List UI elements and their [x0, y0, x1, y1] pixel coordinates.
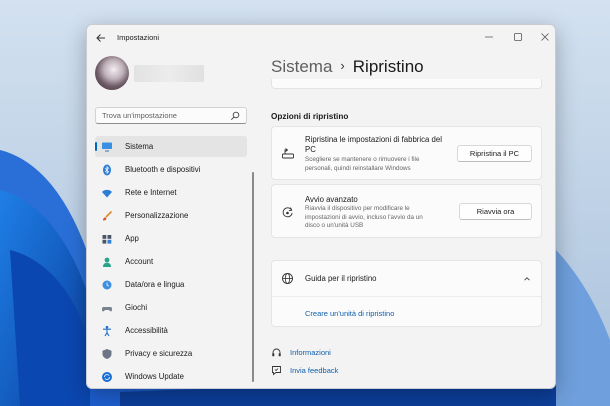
minimize-button[interactable] — [476, 30, 502, 44]
info-link[interactable]: Informazioni — [271, 347, 331, 358]
sidebar-nav: Sistema Bluetooth e dispositivi Rete e I… — [95, 136, 247, 388]
title-bar: Impostazioni — [87, 25, 555, 51]
advanced-startup-card: Avvio avanzato Riavvia il dispositivo pe… — [271, 184, 542, 238]
shield-icon — [101, 348, 113, 360]
chevron-up-icon[interactable] — [523, 275, 531, 283]
reset-pc-description: Scegliere se mantenere o rimuovere i fil… — [305, 156, 420, 163]
breadcrumb-separator: › — [340, 58, 345, 73]
sidebar-item-account[interactable]: Account — [95, 251, 247, 272]
sidebar-item-label: App — [125, 234, 139, 243]
feedback-link-label[interactable]: Invia feedback — [290, 366, 338, 375]
globe-icon — [282, 273, 293, 284]
reset-pc-card: Ripristina le impostazioni di fabbrica d… — [271, 126, 542, 180]
advanced-startup-description-line2: impostazioni di avvio, incluso l'avvio d… — [305, 213, 423, 221]
sidebar-item-label: Giochi — [125, 303, 148, 312]
sidebar-item-giochi[interactable]: Giochi — [95, 297, 247, 318]
sidebar-item-accessibilita[interactable]: Accessibilità — [95, 320, 247, 341]
globe-clock-icon — [101, 279, 113, 291]
settings-window: Impostazioni Sistema Bl — [86, 24, 556, 389]
maximize-icon — [514, 33, 522, 41]
sidebar-item-label: Rete e Internet — [125, 188, 177, 197]
reset-pc-icon — [282, 148, 294, 159]
sidebar-item-label: Bluetooth e dispositivi — [125, 165, 201, 174]
sidebar-item-label: Windows Update — [125, 372, 184, 381]
accessibility-icon — [101, 325, 113, 337]
sidebar-item-privacy[interactable]: Privacy e sicurezza — [95, 343, 247, 364]
reset-pc-description-line2: personali, quindi reinstallare Windows — [305, 164, 411, 172]
sidebar-item-label: Sistema — [125, 142, 154, 151]
feedback-icon — [272, 366, 281, 376]
gamepad-icon — [101, 302, 113, 314]
maximize-button[interactable] — [505, 30, 531, 44]
user-name-blurred — [134, 65, 204, 82]
sidebar-item-rete[interactable]: Rete e Internet — [95, 182, 247, 203]
restart-now-button[interactable]: Riavvia ora — [459, 203, 532, 220]
sidebar-item-label: Account — [125, 257, 154, 266]
sidebar-item-label: Personalizzazione — [125, 211, 189, 220]
help-headset-icon — [272, 348, 281, 357]
sidebar-item-data-ora[interactable]: Data/ora e lingua — [95, 274, 247, 295]
update-icon — [101, 371, 113, 383]
advanced-startup-title: Avvio avanzato — [305, 195, 358, 204]
search-icon[interactable] — [230, 111, 240, 121]
search-input[interactable] — [102, 109, 222, 122]
close-button[interactable] — [532, 30, 555, 44]
breadcrumb: Sistema › Ripristino — [271, 57, 424, 77]
feedback-link[interactable]: Invia feedback — [271, 365, 338, 376]
page-title: Ripristino — [352, 57, 424, 76]
sidebar-item-bluetooth[interactable]: Bluetooth e dispositivi — [95, 159, 247, 180]
reset-pc-title: Ripristina le impostazioni di fabbrica d… — [305, 135, 442, 144]
app-title: Impostazioni — [117, 33, 160, 42]
sidebar-item-label: Privacy e sicurezza — [125, 349, 193, 358]
sidebar-item-label: Data/ora e lingua — [125, 280, 185, 289]
sidebar-item-app[interactable]: App — [95, 228, 247, 249]
recovery-help-title: Guida per il ripristino — [305, 274, 377, 283]
reset-pc-title-line2: PC — [305, 145, 316, 154]
info-link-label[interactable]: Informazioni — [290, 348, 331, 357]
wifi-icon — [101, 187, 113, 199]
breadcrumb-parent[interactable]: Sistema — [271, 57, 332, 76]
sidebar-scrollbar[interactable] — [252, 172, 254, 382]
sidebar-item-sistema[interactable]: Sistema — [95, 136, 247, 157]
reset-pc-button[interactable]: Ripristina il PC — [457, 145, 532, 162]
recovery-help-card: Guida per il ripristino Creare un'unità … — [271, 260, 542, 327]
bluetooth-icon — [101, 164, 113, 176]
advanced-startup-icon — [282, 207, 293, 218]
monitor-icon — [101, 141, 113, 153]
advanced-startup-description-line3: disco o un'unità USB — [305, 222, 364, 229]
minimize-icon — [485, 36, 493, 38]
apps-icon — [101, 233, 113, 245]
back-arrow-icon[interactable] — [95, 32, 107, 44]
search-box[interactable] — [95, 107, 247, 124]
brush-icon — [101, 210, 113, 222]
close-icon — [541, 33, 549, 41]
advanced-startup-description: Riavvia il dispositivo per modificare le — [305, 205, 410, 212]
section-title: Opzioni di ripristino — [271, 112, 349, 121]
sidebar-item-label: Accessibilità — [125, 326, 168, 335]
avatar[interactable] — [95, 56, 129, 90]
person-icon — [101, 256, 113, 268]
sidebar-item-windows-update[interactable]: Windows Update — [95, 366, 247, 387]
sidebar-item-personalizzazione[interactable]: Personalizzazione — [95, 205, 247, 226]
recovery-help-header[interactable]: Guida per il ripristino — [272, 261, 541, 297]
create-recovery-drive-link[interactable]: Creare un'unità di ripristino — [305, 309, 394, 318]
previous-card-edge — [271, 79, 542, 89]
